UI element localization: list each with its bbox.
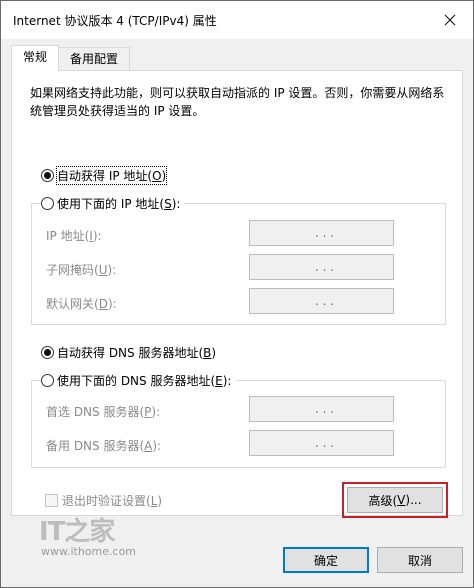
ip-manual-radio[interactable]: 使用下面的 IP 地址(S): [41, 195, 185, 212]
ip-manual-label: 使用下面的 IP 地址(S): [57, 197, 181, 211]
radio-button-selected [41, 346, 54, 359]
dns-manual-label: 使用下面的 DNS 服务器地址(E): [57, 374, 232, 388]
alternate-dns-field[interactable]: . . . [249, 430, 394, 456]
alternate-dns-label: 备用 DNS 服务器(A): [46, 439, 162, 453]
radio-button-selected [41, 169, 54, 182]
description-text: 如果网络支持此功能，则可以获取自动指派的 IP 设置。否则，你需要从网络系统管理… [30, 86, 445, 118]
subnet-mask-label: 子网掩码(U): [46, 263, 117, 277]
default-gateway-field[interactable]: . . . [249, 288, 394, 314]
tcpip-properties-dialog: Internet 协议版本 4 (TCP/IPv4) 属性 常规 备用配置 如果… [0, 0, 474, 588]
radio-button [41, 197, 54, 210]
validate-on-exit-checkbox[interactable]: 退出时验证设置(L) [45, 492, 162, 509]
checkbox-box [45, 494, 58, 507]
dns-manual-radio[interactable]: 使用下面的 DNS 服务器地址(E): [41, 372, 236, 389]
validate-on-exit-label: 退出时验证设置(L) [62, 494, 163, 508]
subnet-mask-field[interactable]: . . . [249, 254, 394, 280]
ip-address-label: IP 地址(I): [46, 229, 102, 243]
close-icon [444, 14, 456, 26]
dns-auto-radio[interactable]: 自动获得 DNS 服务器地址(B) [41, 344, 221, 361]
title-bar: Internet 协议版本 4 (TCP/IPv4) 属性 [1, 1, 473, 39]
window-title: Internet 协议版本 4 (TCP/IPv4) 属性 [13, 14, 217, 28]
ip-address-field[interactable]: . . . [249, 220, 394, 246]
general-tab-panel: 如果网络支持此功能，则可以获取自动指派的 IP 设置。否则，你需要从网络系统管理… [11, 70, 463, 518]
preferred-dns-field[interactable]: . . . [249, 396, 394, 422]
ip-auto-radio[interactable]: 自动获得 IP 地址(O) [41, 166, 171, 185]
ok-button[interactable]: 确定 [283, 547, 369, 573]
default-gateway-label: 默认网关(D): [46, 297, 117, 311]
preferred-dns-label: 首选 DNS 服务器(P): [46, 405, 161, 419]
cancel-button[interactable]: 取消 [377, 547, 463, 573]
dialog-body: 常规 备用配置 如果网络支持此功能，则可以获取自动指派的 IP 设置。否则，你需… [1, 39, 473, 587]
advanced-button-highlight [342, 482, 448, 518]
dns-auto-label: 自动获得 DNS 服务器地址(B) [57, 346, 217, 360]
radio-button [41, 374, 54, 387]
close-button[interactable] [427, 1, 473, 39]
ip-auto-label: 自动获得 IP 地址(O) [55, 166, 168, 185]
tab-alternate-config[interactable]: 备用配置 [58, 47, 130, 71]
tab-general[interactable]: 常规 [11, 45, 59, 71]
